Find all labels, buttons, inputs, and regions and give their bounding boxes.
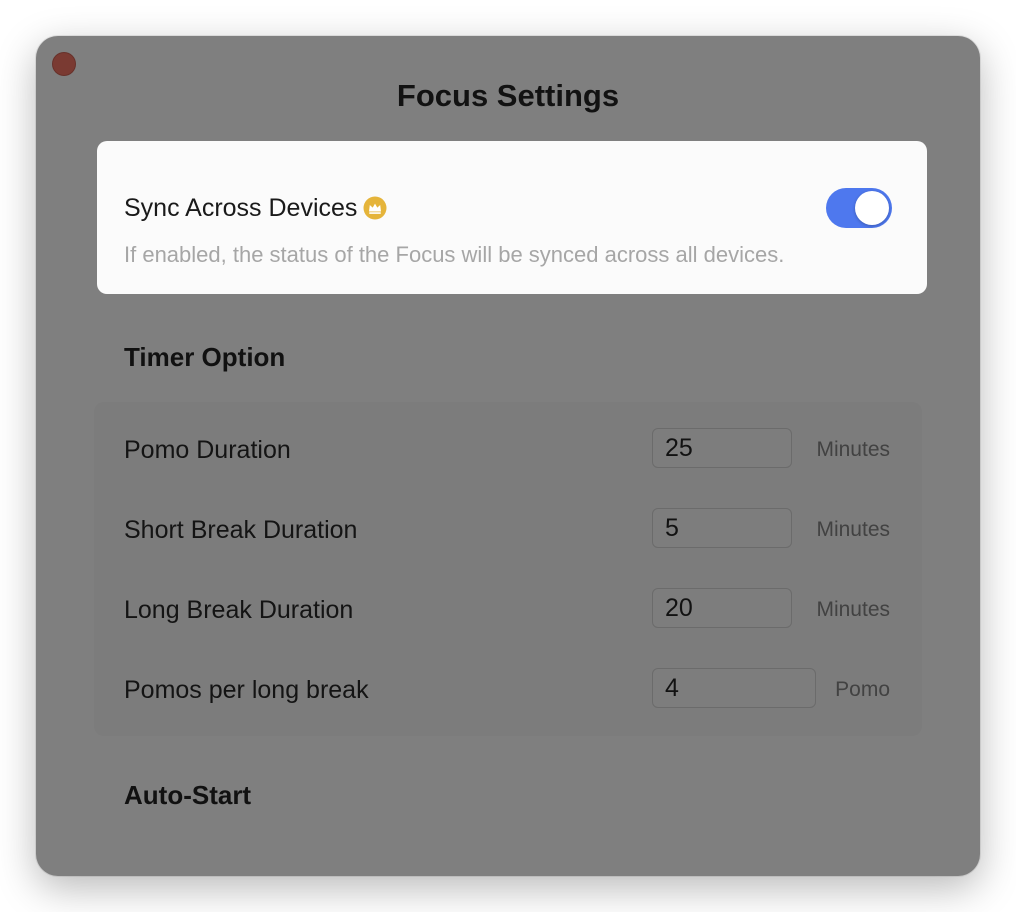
short-break-label: Short Break Duration (124, 516, 358, 544)
sync-toggle[interactable] (826, 188, 892, 228)
timer-option-heading: Timer Option (124, 342, 286, 372)
timer-options-card: Pomo Duration Minutes Short Break Durati… (94, 402, 922, 736)
pomo-duration-input[interactable] (652, 428, 792, 468)
sync-card: Sync Across Devices If enabled, the stat… (97, 141, 927, 294)
setting-row-long-break: Long Break Duration Minutes (94, 580, 922, 640)
close-button[interactable] (52, 52, 76, 76)
sync-title: Sync Across Devices (124, 194, 358, 222)
pomos-per-long-break-label: Pomos per long break (124, 676, 369, 704)
sync-title-row: Sync Across Devices (124, 193, 387, 223)
pomos-per-long-break-unit: Pomo (835, 678, 890, 701)
long-break-label: Long Break Duration (124, 596, 354, 624)
settings-window: Focus Settings Sync Across Devices If en… (36, 36, 980, 876)
short-break-unit: Minutes (816, 518, 890, 541)
sync-description: If enabled, the status of the Focus will… (124, 242, 785, 267)
long-break-input[interactable] (652, 588, 792, 628)
auto-start-heading: Auto-Start (124, 780, 252, 810)
pomos-per-long-break-input[interactable] (652, 668, 816, 708)
setting-row-pomos-per-long-break: Pomos per long break Pomo (94, 660, 922, 720)
toggle-knob (855, 191, 889, 225)
long-break-unit: Minutes (816, 598, 890, 621)
crown-icon (363, 196, 387, 220)
short-break-input[interactable] (652, 508, 792, 548)
window-title: Focus Settings (396, 78, 620, 113)
pomo-duration-unit: Minutes (816, 438, 890, 461)
pomo-duration-label: Pomo Duration (124, 436, 291, 464)
setting-row-pomo-duration: Pomo Duration Minutes (94, 420, 922, 480)
setting-row-short-break: Short Break Duration Minutes (94, 500, 922, 560)
